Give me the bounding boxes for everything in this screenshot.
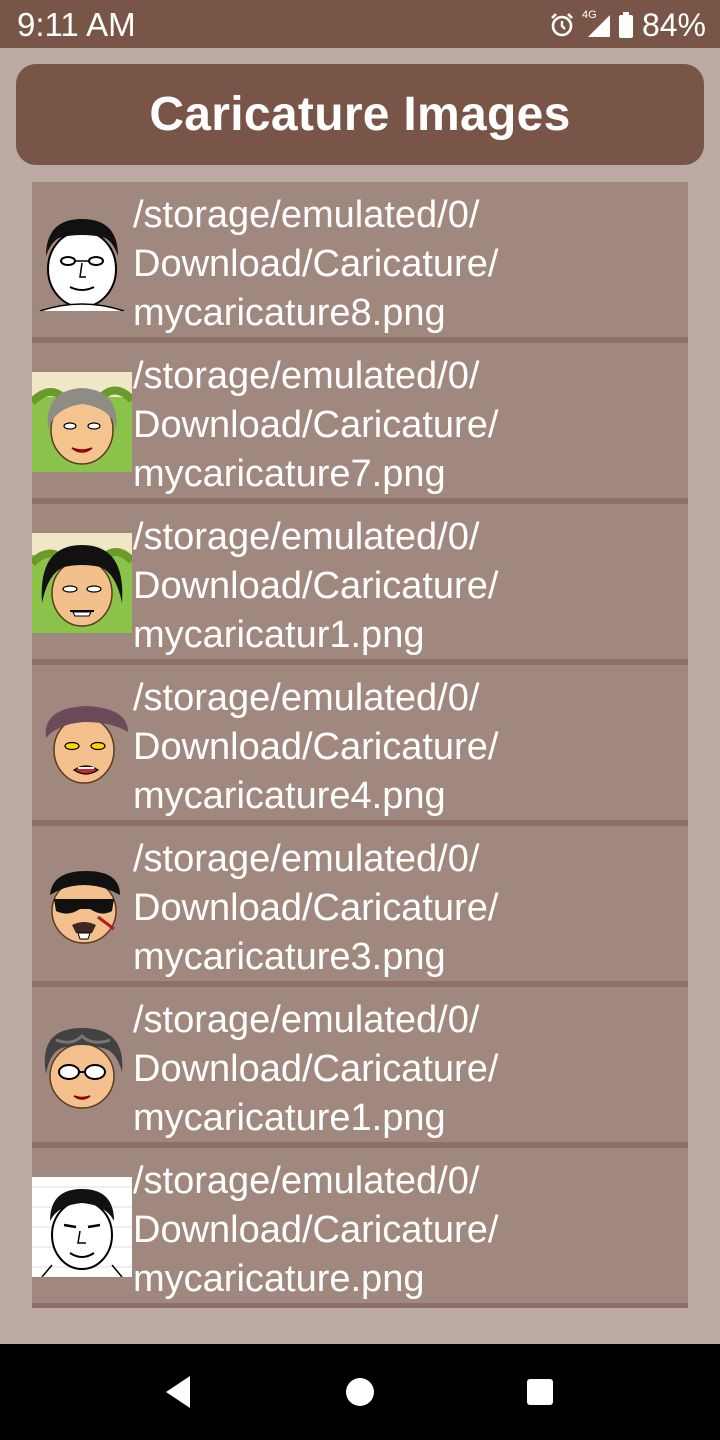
list-item[interactable]: /storage/emulated/0/ Download/Caricature… xyxy=(32,665,688,820)
list-item[interactable]: /storage/emulated/0/ Download/Caricature… xyxy=(32,987,688,1142)
caricature-thumbnail-4 xyxy=(32,694,132,794)
battery-icon xyxy=(618,11,634,39)
caricature-thumbnail-1 xyxy=(32,1016,132,1116)
recents-icon[interactable] xyxy=(516,1368,564,1416)
battery-percentage: 84% xyxy=(641,7,706,43)
caricature-thumbnail-1b xyxy=(32,533,132,633)
file-path: /storage/emulated/0/ Download/Caricature… xyxy=(133,677,499,817)
back-icon[interactable] xyxy=(154,1368,202,1416)
page-title: Caricature Images xyxy=(149,88,571,141)
home-icon[interactable] xyxy=(336,1368,384,1416)
title-card: Caricature Images xyxy=(16,64,704,165)
network-type-label: 4G xyxy=(581,9,597,21)
caricature-thumbnail-0 xyxy=(32,1177,132,1277)
file-path: /storage/emulated/0/ Download/Caricature… xyxy=(133,355,499,495)
status-icons: 4G 84% xyxy=(548,6,706,44)
file-path: /storage/emulated/0/ Download/Caricature… xyxy=(133,516,499,656)
caricature-thumbnail-7 xyxy=(32,372,132,472)
navigation-bar xyxy=(0,1344,720,1440)
file-path: /storage/emulated/0/ Download/Caricature… xyxy=(133,194,499,334)
alarm-icon xyxy=(548,11,576,39)
list-item[interactable]: /storage/emulated/0/ Download/Caricature… xyxy=(32,182,688,337)
caricature-thumbnail-8 xyxy=(32,211,132,311)
list-item[interactable]: /storage/emulated/0/ Download/Caricature… xyxy=(32,1148,688,1303)
caricature-thumbnail-3 xyxy=(32,855,132,955)
list-item[interactable]: /storage/emulated/0/ Download/Caricature… xyxy=(32,826,688,981)
cell-signal-icon: 4G xyxy=(581,9,612,39)
status-time: 9:11 AM xyxy=(17,6,136,43)
file-path: /storage/emulated/0/ Download/Caricature… xyxy=(133,1160,499,1300)
status-bar: 9:11 AM 4G 84% xyxy=(0,0,720,48)
list-item[interactable]: /storage/emulated/0/ Download/Caricature… xyxy=(32,504,688,659)
file-path: /storage/emulated/0/ Download/Caricature… xyxy=(133,999,499,1139)
file-path: /storage/emulated/0/ Download/Caricature… xyxy=(133,838,499,978)
image-list[interactable]: /storage/emulated/0/ Download/Caricature… xyxy=(32,182,688,1308)
list-item[interactable]: /storage/emulated/0/ Download/Caricature… xyxy=(32,343,688,498)
